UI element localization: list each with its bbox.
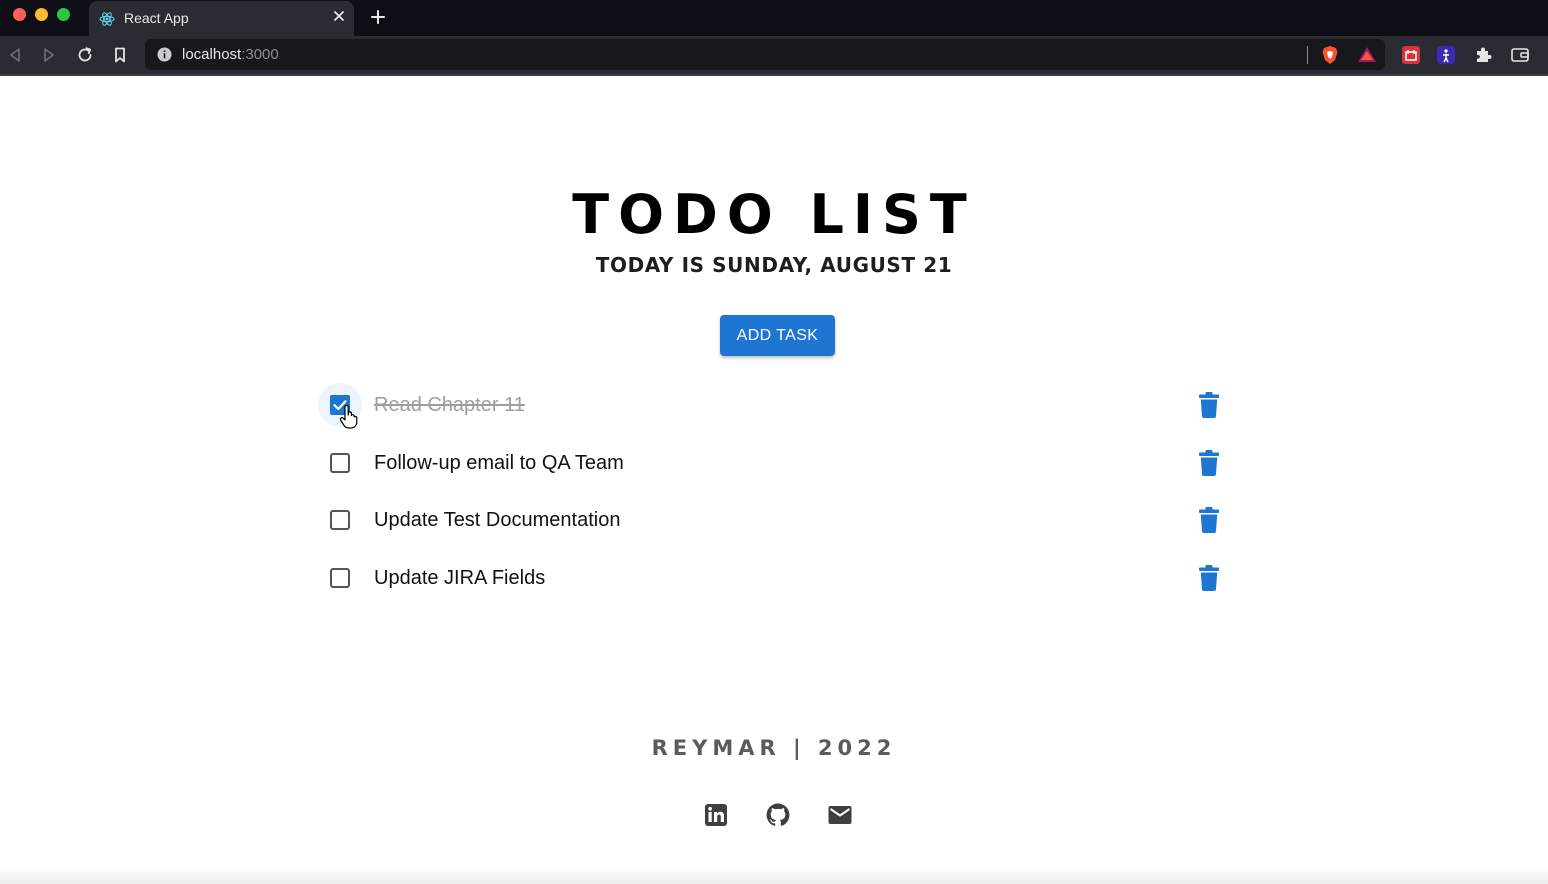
todo-item: Update JIRA Fields (318, 550, 1230, 608)
brave-rewards-icon[interactable] (1357, 45, 1377, 65)
checkbox-unchecked-icon (330, 567, 350, 588)
linkedin-icon[interactable] (703, 802, 729, 828)
checkbox-unchecked-icon (330, 510, 350, 530)
footer-signature: REYMAR | 2022 (651, 736, 897, 760)
delete-task-icon[interactable] (1199, 392, 1219, 418)
todo-text: Update Test Documentation (374, 509, 621, 531)
window-minimize-button[interactable] (35, 8, 48, 21)
todo-item: Read Chapter 11 (318, 377, 1230, 435)
date-subtitle: TODAY IS SUNDAY, AUGUST 21 (595, 253, 953, 277)
url-text: localhost:3000 (182, 46, 279, 63)
todo-item: Update Test Documentation (318, 492, 1230, 550)
delete-task-icon[interactable] (1199, 507, 1219, 533)
url-host: localhost (182, 46, 242, 63)
back-icon[interactable] (6, 46, 24, 64)
react-logo-icon (99, 12, 115, 26)
todo-list: Read Chapter 11 Follow-up email to QA Te… (318, 377, 1230, 607)
todo-checkbox[interactable] (318, 441, 362, 485)
todo-item: Follow-up email to QA Team (318, 435, 1230, 493)
window-close-button[interactable] (13, 8, 26, 21)
wallet-icon[interactable] (1510, 45, 1530, 65)
add-task-button[interactable]: ADD TASK (720, 315, 835, 356)
reload-icon[interactable] (76, 46, 94, 64)
todo-checkbox[interactable] (318, 556, 362, 600)
page-bottom-shadow (0, 866, 1548, 884)
url-port: :3000 (241, 46, 279, 63)
extension-red-icon[interactable] (1401, 45, 1421, 65)
browser-toolbar: localhost:3000 (0, 36, 1548, 76)
todo-checkbox[interactable] (318, 498, 362, 542)
delete-task-icon[interactable] (1199, 449, 1219, 476)
todo-text: Update JIRA Fields (374, 566, 546, 589)
address-bar[interactable]: localhost:3000 (145, 39, 1385, 70)
todo-text: Read Chapter 11 (374, 394, 525, 416)
delete-task-icon[interactable] (1199, 564, 1219, 591)
page-title: TODO LIST (572, 183, 976, 246)
bookmark-icon[interactable] (111, 46, 129, 64)
hand-pointer-cursor-icon (339, 405, 358, 429)
github-icon[interactable] (765, 802, 791, 828)
checkbox-unchecked-icon (330, 452, 350, 473)
site-info-icon[interactable] (157, 47, 172, 62)
todo-text: Follow-up email to QA Team (374, 451, 624, 474)
window-zoom-button[interactable] (57, 8, 70, 21)
tab-title: React App (124, 10, 189, 26)
tab-close-icon[interactable] (332, 9, 346, 23)
extension-purple-icon[interactable] (1436, 45, 1456, 65)
brave-shield-icon[interactable] (1320, 45, 1340, 65)
new-tab-icon[interactable] (370, 9, 386, 25)
forward-icon[interactable] (40, 46, 58, 64)
email-icon[interactable] (827, 802, 853, 828)
browser-tab-active[interactable]: React App (89, 1, 354, 36)
address-bar-divider (1307, 46, 1308, 64)
extensions-puzzle-icon[interactable] (1473, 45, 1493, 65)
browser-tab-bar: React App (0, 0, 1548, 36)
